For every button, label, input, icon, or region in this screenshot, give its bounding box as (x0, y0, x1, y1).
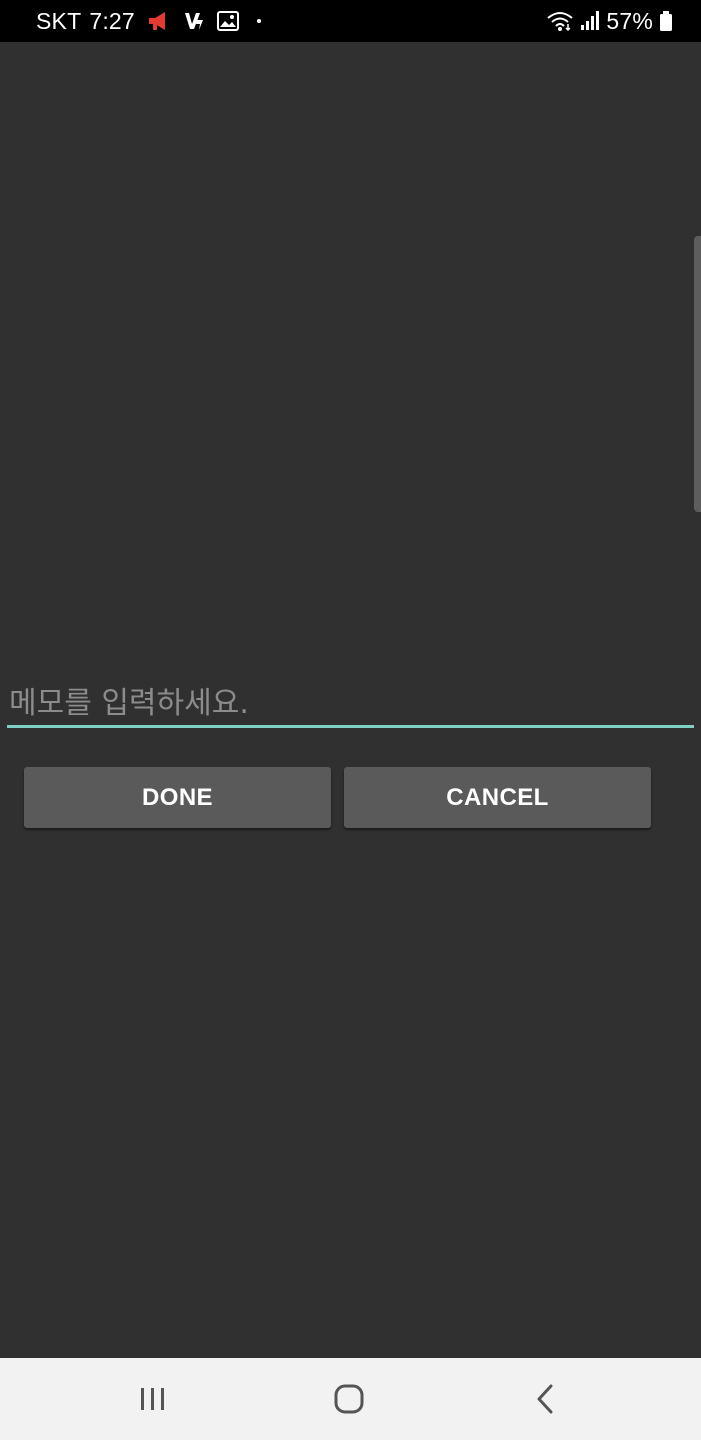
status-bar: SKT 7:27 57% (0, 0, 701, 42)
back-icon (535, 1384, 555, 1414)
done-button[interactable]: DONE (24, 767, 331, 828)
scrollbar-thumb[interactable] (694, 236, 701, 512)
memo-input-placeholder: 메모를 입력하세요. (9, 686, 249, 721)
back-button[interactable] (505, 1358, 585, 1440)
battery-percent-label: 57% (606, 7, 653, 34)
status-left: SKT 7:27 (36, 0, 267, 42)
dot-icon (251, 13, 267, 29)
recent-apps-button[interactable] (113, 1358, 193, 1440)
home-icon (334, 1384, 364, 1414)
status-right: 57% (546, 0, 673, 42)
megaphone-icon (147, 10, 171, 32)
lightning-app-icon (183, 10, 205, 32)
signal-icon (580, 10, 600, 32)
image-icon (216, 11, 239, 31)
home-button[interactable] (309, 1358, 389, 1440)
wifi-icon (546, 10, 574, 32)
carrier-label: SKT (36, 7, 82, 34)
recent-apps-icon (138, 1386, 168, 1412)
cancel-button[interactable]: CANCEL (344, 767, 651, 828)
navigation-bar (0, 1358, 701, 1440)
memo-input-field[interactable]: 메모를 입력하세요. (7, 672, 694, 728)
battery-icon (659, 10, 673, 32)
clock-label: 7:27 (89, 7, 135, 34)
